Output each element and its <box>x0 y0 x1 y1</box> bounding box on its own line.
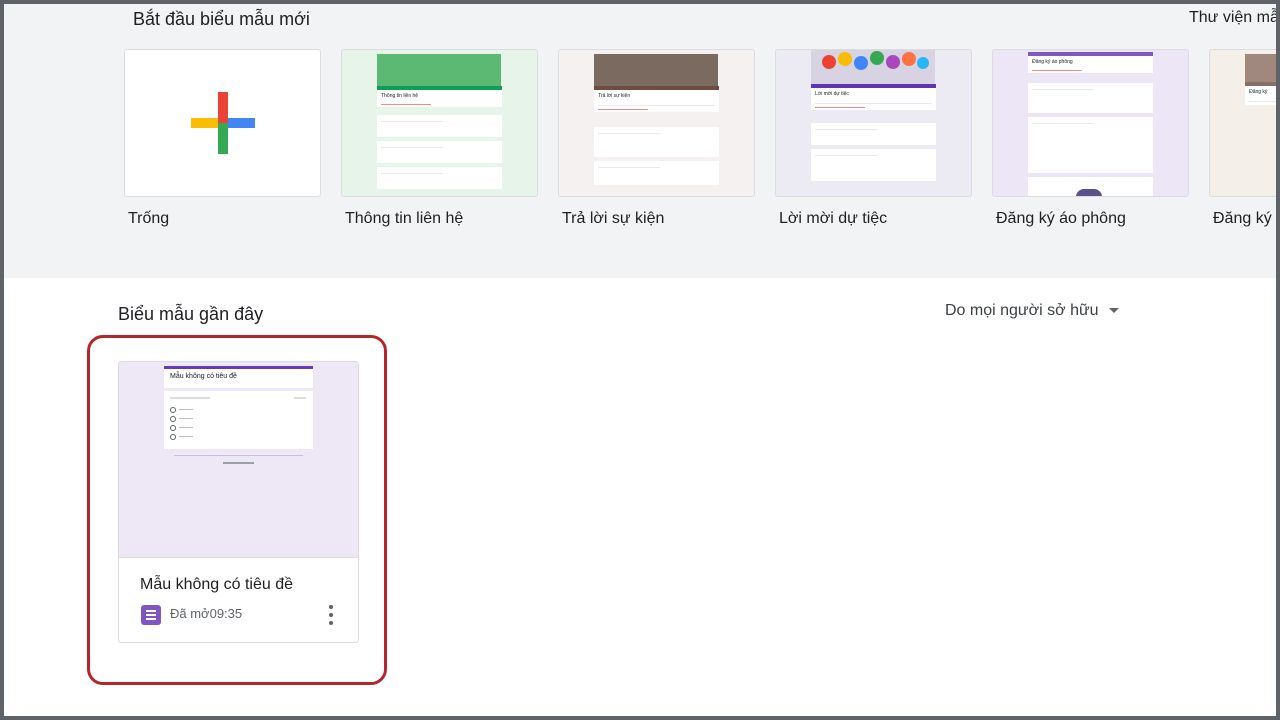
balloons-image <box>811 50 935 84</box>
template-tshirt-signup[interactable]: Đăng ký áo phông <box>992 49 1189 197</box>
thumbnail-question-card <box>164 391 313 449</box>
recent-forms-title: Biểu mẫu gần đây <box>118 304 264 324</box>
template-gallery: Bắt đầu biểu mẫu mới Thư viện mẫ Trống T… <box>4 4 1276 278</box>
plus-icon <box>191 92 255 154</box>
form-thumbnail: Mẫu không có tiêu đề <box>119 362 358 558</box>
template-gallery-link[interactable]: Thư viện mẫ <box>1189 9 1276 27</box>
template-header-image <box>1245 54 1276 82</box>
google-forms-logo <box>223 462 254 464</box>
owner-filter-label: Do mọi người sở hữu <box>945 302 1099 319</box>
more-options-icon[interactable] <box>324 603 338 627</box>
template-blank[interactable] <box>124 49 321 197</box>
last-opened-text: Đã mở09:35 <box>170 606 242 621</box>
template-party-invite[interactable]: Lời mời dự tiệc <box>775 49 972 197</box>
opened-label: Đã mở <box>170 606 210 621</box>
template-event-rsvp[interactable]: Trả lời sự kiện <box>558 49 755 197</box>
owner-filter-dropdown[interactable]: Do mọi người sở hữu <box>945 302 1119 320</box>
thumbnail-title: Mẫu không có tiêu đề <box>170 373 237 380</box>
template-label-tshirt-signup: Đăng ký áo phông <box>996 210 1126 227</box>
template-label-contact-info: Thông tin liên hệ <box>345 210 464 227</box>
template-label-party-invite: Lời mời dự tiệc <box>779 210 888 227</box>
opened-time: 09:35 <box>209 606 243 621</box>
template-registration[interactable]: Đăng ký <box>1209 49 1276 197</box>
dropdown-caret-icon <box>1108 308 1119 314</box>
start-new-form-title: Bắt đầu biểu mẫu mới <box>133 9 310 29</box>
form-title: Mẫu không có tiêu đề <box>140 576 293 593</box>
template-label-blank: Trống <box>128 210 170 227</box>
template-contact-info[interactable]: Thông tin liên hệ <box>341 49 538 197</box>
tshirt-image <box>1076 189 1103 196</box>
template-header-image <box>594 54 718 86</box>
template-label-event-rsvp: Trả lời sự kiện <box>562 210 665 227</box>
template-label-registration: Đăng ký <box>1213 210 1272 227</box>
google-forms-icon <box>141 605 161 625</box>
template-header-image <box>377 54 501 86</box>
main-frame: Bắt đầu biểu mẫu mới Thư viện mẫ Trống T… <box>4 4 1276 716</box>
recent-form-card[interactable]: Mẫu không có tiêu đề Mẫu không có tiêu đ… <box>118 361 359 643</box>
